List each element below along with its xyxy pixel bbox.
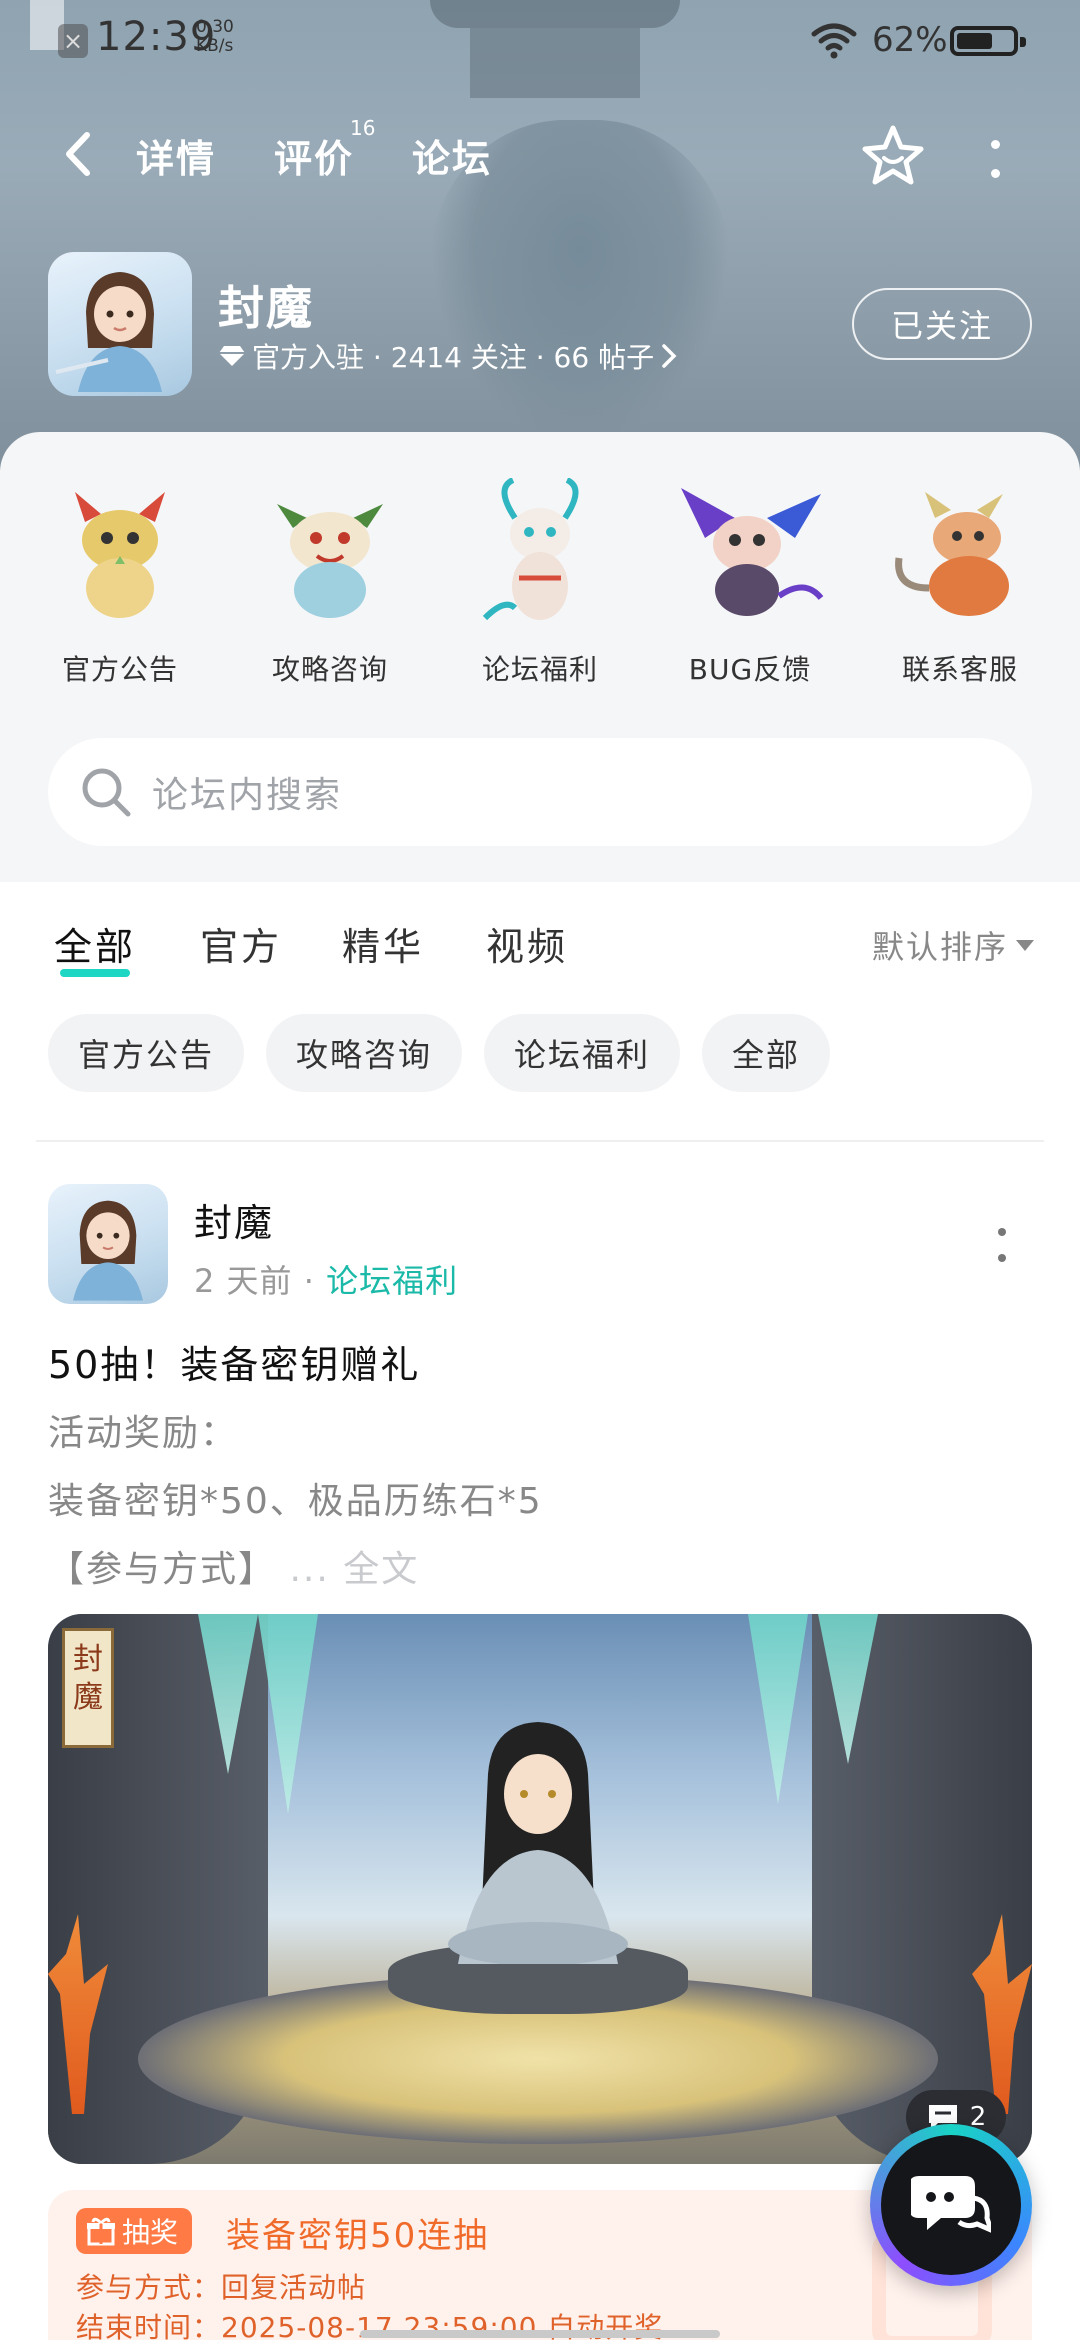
app-notification-icon: ×	[58, 24, 88, 58]
chat-assistant-button[interactable]	[870, 2124, 1032, 2286]
game-character-avatar	[73, 1200, 143, 1301]
category-chips: 官方公告 攻略咨询 论坛福利 全部	[48, 1014, 831, 1092]
search-icon	[82, 768, 131, 817]
favorite-button[interactable]	[860, 124, 926, 190]
search-placeholder: 论坛内搜索	[152, 775, 343, 816]
top-nav: 详情 评价 16 论坛	[0, 110, 1080, 200]
post-category-link[interactable]: 论坛福利	[326, 1262, 458, 1300]
post-body-line: 活动奖励：	[48, 1413, 239, 1454]
star-smile-icon	[862, 125, 924, 185]
reviews-count-badge: 16	[350, 116, 376, 140]
shortcut-label: 攻略咨询	[271, 653, 388, 686]
post-time: 2 天前	[194, 1262, 293, 1300]
shortcut-label: BUG反馈	[688, 653, 812, 686]
shortcut-bug-report[interactable]: BUG反馈	[650, 478, 850, 688]
feed-tab-featured[interactable]: 精华	[342, 916, 424, 971]
divider	[36, 1140, 1044, 1142]
gift-icon	[87, 2217, 115, 2246]
more-options-button[interactable]	[980, 134, 1010, 184]
lottery-tag: 抽奖	[76, 2208, 193, 2254]
read-more-link[interactable]: ... 全文	[289, 1549, 419, 1590]
post-body-text: 【参与方式】	[48, 1549, 277, 1590]
net-speed: 0.30 KB/s	[196, 18, 234, 56]
post-meta: 2 天前 · 论坛福利	[194, 1256, 458, 1302]
caret-down-icon	[1016, 939, 1035, 951]
shortcut-label: 官方公告	[61, 653, 178, 686]
feed-tab-video[interactable]: 视频	[486, 916, 568, 971]
chip-welfare[interactable]: 论坛福利	[484, 1014, 681, 1092]
post-title[interactable]: 50抽！装备密钥赠礼	[48, 1334, 420, 1389]
game-title: 封魔	[218, 281, 314, 335]
meta-separator: ·	[303, 1262, 315, 1300]
forum-panel: 官方公告 攻略咨询 论坛福利 BUG反馈 联系客服 论坛内搜索	[0, 432, 1080, 882]
lottery-tag-label: 抽奖	[122, 2216, 179, 2249]
shortcut-label: 论坛福利	[481, 653, 598, 686]
tab-forum[interactable]: 论坛	[412, 128, 493, 191]
dragon-mascot-icon	[681, 488, 824, 616]
chevron-left-icon	[66, 132, 90, 176]
game-logo-seal: 封魔	[62, 1628, 114, 1748]
forum-search-bar[interactable]: 论坛内搜索	[48, 738, 1032, 846]
post-author[interactable]: 封魔	[194, 1192, 274, 1247]
feed-tab-indicator	[60, 969, 131, 977]
lottery-title: 装备密钥50连抽	[226, 2216, 490, 2256]
tab-details[interactable]: 详情	[136, 128, 216, 183]
feed-tab-label: 全部	[54, 925, 137, 969]
chip-official-notice[interactable]: 官方公告	[48, 1014, 245, 1092]
wifi-icon	[811, 23, 857, 59]
feed-tabs: 全部 官方 精华 视频 默认排序	[0, 900, 1080, 1000]
sort-label: 默认排序	[872, 928, 1009, 966]
tab-forum-label: 论坛	[412, 137, 493, 181]
feed-tab-official[interactable]: 官方	[200, 916, 282, 971]
shortcut-guide[interactable]: 攻略咨询	[230, 478, 430, 688]
feed-tab-all[interactable]: 全部	[54, 916, 137, 977]
meditating-sage-illustration	[448, 1722, 628, 1964]
shortcut-customer-service[interactable]: 联系客服	[860, 478, 1060, 688]
follow-button[interactable]: 已关注	[852, 288, 1032, 360]
status-bar: × 12:39 0.30 KB/s 62%	[0, 0, 1080, 80]
dragon-mascot-icon	[482, 477, 579, 621]
dragon-mascot-icon	[277, 504, 383, 618]
lottery-method: 参与方式：回复活动帖	[76, 2271, 367, 2304]
post-body-line: 【参与方式】 ... 全文	[48, 1540, 419, 1592]
chevron-right-icon	[662, 344, 677, 368]
back-button[interactable]	[56, 126, 100, 182]
net-speed-value: 0.30	[196, 17, 234, 37]
chat-bubble-icon	[911, 2176, 991, 2233]
avatar[interactable]	[48, 1184, 168, 1304]
net-speed-unit: KB/s	[196, 36, 234, 56]
game-icon[interactable]	[48, 252, 192, 396]
post-image[interactable]: 封魔	[48, 1614, 1032, 2164]
shortcut-welfare[interactable]: 论坛福利	[440, 477, 640, 688]
diamond-icon	[219, 346, 245, 366]
shortcut-official-notice[interactable]: 官方公告	[20, 478, 220, 688]
dragon-mascot-icon	[75, 492, 165, 618]
shortcut-label: 联系客服	[901, 653, 1018, 686]
post-body-line: 装备密钥*50、极品历练石*5	[48, 1481, 543, 1522]
home-indicator	[360, 2330, 720, 2338]
battery-percent: 62%	[872, 20, 948, 60]
sort-dropdown[interactable]: 默认排序	[872, 922, 1035, 968]
chip-all[interactable]: 全部	[702, 1014, 831, 1092]
dragon-mascot-icon	[895, 492, 1009, 616]
game-character-avatar	[55, 272, 162, 392]
game-meta-text: 官方入驻 · 2414 关注 · 66 帖子	[252, 341, 655, 374]
battery-icon	[950, 26, 1026, 56]
game-meta[interactable]: 官方入驻 · 2414 关注 · 66 帖子	[218, 336, 678, 376]
chip-guide[interactable]: 攻略咨询	[266, 1014, 463, 1092]
post-more-button[interactable]	[990, 1228, 1014, 1262]
tab-reviews[interactable]: 评价	[274, 128, 354, 183]
